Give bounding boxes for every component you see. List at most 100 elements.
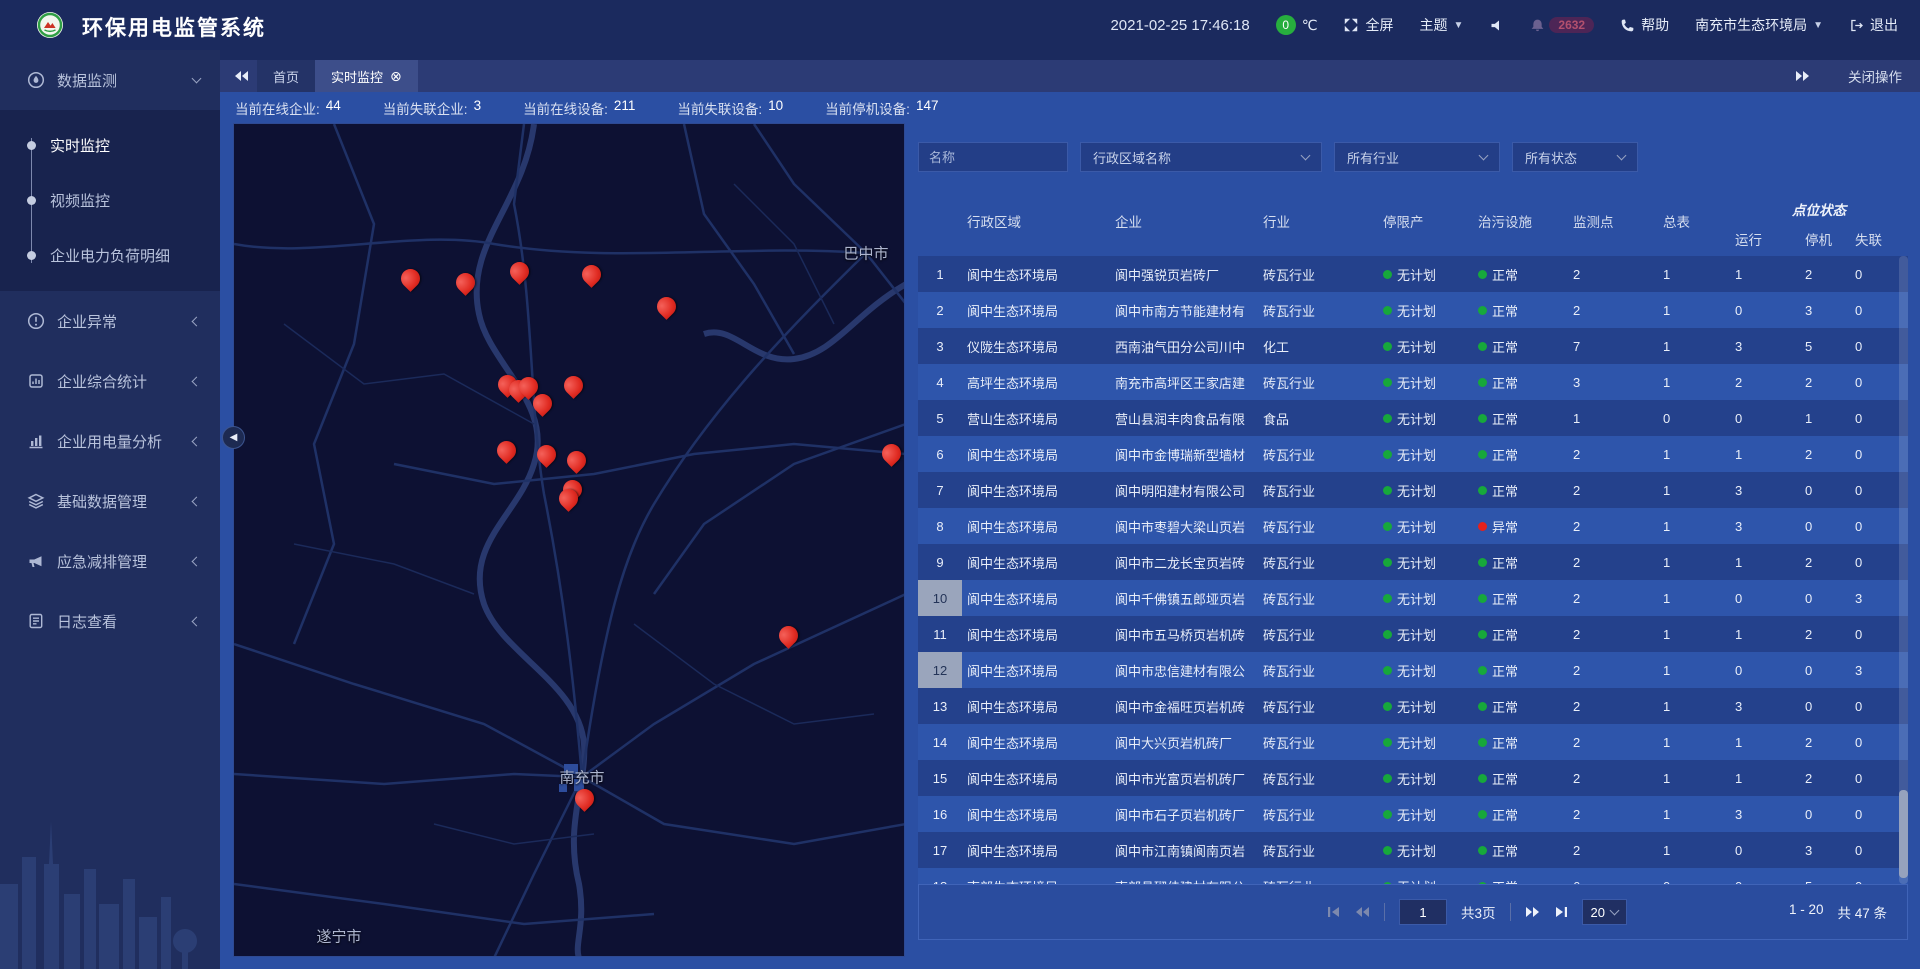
next-page-button[interactable]	[1525, 906, 1540, 918]
table-row[interactable]: 1阆中生态环境局阆中强锐页岩砖厂砖瓦行业无计划正常21120	[918, 256, 1908, 292]
logout-button[interactable]: 退出	[1849, 15, 1898, 35]
table-row[interactable]: 15阆中生态环境局阆中市光富页岩机砖厂砖瓦行业无计划正常21120	[918, 760, 1908, 796]
cell-total-meters: 0	[1658, 400, 1730, 436]
cell-monitor-points: 2	[1568, 580, 1658, 616]
sidebar-item-企业异常[interactable]: 企业异常	[0, 291, 220, 351]
cell-monitor-points: 2	[1568, 688, 1658, 724]
cell-stop-plan: 无计划	[1378, 580, 1473, 616]
sidebar-item-应急减排管理[interactable]: 应急减排管理	[0, 531, 220, 591]
table-row[interactable]: 13阆中生态环境局阆中市金福旺页岩机砖砖瓦行业无计划正常21300	[918, 688, 1908, 724]
chevron-left-icon	[192, 436, 202, 446]
tab-实时监控[interactable]: 实时监控⊗	[315, 60, 418, 92]
tab-首页[interactable]: 首页	[257, 60, 315, 92]
cell-total-meters: 1	[1658, 472, 1730, 508]
table-row[interactable]: 3仪陇生态环境局西南油气田分公司川中化工无计划正常71350	[918, 328, 1908, 364]
cell-rownum: 14	[918, 724, 962, 760]
cell-stop-plan: 无计划	[1378, 436, 1473, 472]
cell-monitor-points: 2	[1568, 436, 1658, 472]
name-filter-input[interactable]	[918, 142, 1068, 172]
last-page-button[interactable]	[1554, 906, 1568, 918]
sidebar-item-企业用电量分析[interactable]: 企业用电量分析	[0, 411, 220, 471]
sidebar-item-基础数据管理[interactable]: 基础数据管理	[0, 471, 220, 531]
previous-page-button[interactable]	[1355, 906, 1370, 918]
status-dot-icon	[1478, 810, 1487, 819]
map-panel[interactable]: 巴中市南充市遂宁市	[233, 123, 905, 957]
cell-facility-status: 正常	[1473, 868, 1568, 884]
table-row[interactable]: 2阆中生态环境局阆中市南方节能建材有砖瓦行业无计划正常21030	[918, 292, 1908, 328]
table-row[interactable]: 8阆中生态环境局阆中市枣碧大梁山页岩砖瓦行业无计划异常21300	[918, 508, 1908, 544]
cell-halted: 0	[1800, 580, 1850, 616]
stats-icon	[27, 372, 45, 390]
map-panel-collapse-button[interactable]: ◀	[222, 426, 245, 449]
speaker-icon	[1489, 18, 1504, 33]
industry-filter-select[interactable]: 所有行业	[1334, 142, 1500, 172]
cell-monitor-points: 2	[1568, 724, 1658, 760]
table-row[interactable]: 4高坪生态环境局南充市高坪区王家店建砖瓦行业无计划正常31220	[918, 364, 1908, 400]
cell-district: 仪陇生态环境局	[962, 328, 1110, 364]
cell-rownum: 15	[918, 760, 962, 796]
sidebar-item-数据监测[interactable]: 数据监测	[0, 50, 220, 110]
chevron-down-icon: ▼	[1453, 20, 1463, 31]
alert-icon	[27, 312, 45, 330]
cell-halted: 2	[1800, 724, 1850, 760]
table-row[interactable]: 10阆中生态环境局阆中千佛镇五郎垭页岩砖瓦行业无计划正常21003	[918, 580, 1908, 616]
table-row[interactable]: 9阆中生态环境局阆中市二龙长宝页岩砖砖瓦行业无计划正常21120	[918, 544, 1908, 580]
status-dot-icon	[1478, 486, 1487, 495]
fullscreen-button[interactable]: 全屏	[1343, 15, 1393, 35]
filter-bar: 行政区域名称 所有行业 所有状态	[918, 142, 1908, 172]
sound-toggle-button[interactable]	[1489, 18, 1504, 33]
cell-stop-plan: 无计划	[1378, 400, 1473, 436]
cell-halted: 3	[1800, 832, 1850, 868]
table-row[interactable]: 16阆中生态环境局阆中市石子页岩机砖厂砖瓦行业无计划正常21300	[918, 796, 1908, 832]
cell-total-meters: 1	[1658, 724, 1730, 760]
sidebar-subitem-实时监控[interactable]: 实时监控	[0, 118, 220, 173]
table-row[interactable]: 12阆中生态环境局阆中市忠信建材有限公砖瓦行业无计划正常21003	[918, 652, 1908, 688]
page-number-input[interactable]	[1399, 899, 1447, 925]
status-filter-select[interactable]: 所有状态	[1512, 142, 1638, 172]
cell-rownum: 7	[918, 472, 962, 508]
table-body: 1阆中生态环境局阆中强锐页岩砖厂砖瓦行业无计划正常211202阆中生态环境局阆中…	[918, 256, 1908, 884]
cell-running: 2	[1730, 364, 1800, 400]
table-row[interactable]: 14阆中生态环境局阆中大兴页岩机砖厂砖瓦行业无计划正常21120	[918, 724, 1908, 760]
notifications-button[interactable]: 2632	[1530, 17, 1594, 33]
cell-rownum: 2	[918, 292, 962, 328]
table-row[interactable]: 6阆中生态环境局阆中市金博瑞新型墙材砖瓦行业无计划正常21120	[918, 436, 1908, 472]
tab-close-icon[interactable]: ⊗	[390, 69, 402, 83]
sidebar-subitem-企业电力负荷明细[interactable]: 企业电力负荷明细	[0, 228, 220, 283]
theme-dropdown[interactable]: 主题 ▼	[1419, 15, 1463, 35]
first-page-button[interactable]	[1327, 906, 1341, 918]
page-size-select[interactable]: 20	[1582, 899, 1627, 925]
table-row[interactable]: 18南部生态环境局南部县砌佳建材有限公砖瓦行业无计划正常60050	[918, 868, 1908, 884]
region-filter-select[interactable]: 行政区域名称	[1080, 142, 1322, 172]
tabs-scroll-left-button[interactable]	[234, 70, 249, 82]
cell-company: 阆中强锐页岩砖厂	[1110, 256, 1258, 292]
cell-total-meters: 1	[1658, 328, 1730, 364]
table-row[interactable]: 7阆中生态环境局阆中明阳建材有限公司砖瓦行业无计划正常21300	[918, 472, 1908, 508]
table-row[interactable]: 5营山生态环境局营山县润丰肉食品有限食品无计划正常10010	[918, 400, 1908, 436]
cell-halted: 2	[1800, 616, 1850, 652]
cell-district: 阆中生态环境局	[962, 832, 1110, 868]
table-scrollbar-thumb[interactable]	[1899, 790, 1908, 878]
user-org-dropdown[interactable]: 南充市生态环境局 ▼	[1695, 15, 1823, 35]
status-dot-icon	[1478, 846, 1487, 855]
cell-industry: 砖瓦行业	[1258, 832, 1378, 868]
sidebar: 数据监测实时监控视频监控企业电力负荷明细企业异常企业综合统计企业用电量分析基础数…	[0, 50, 220, 969]
sidebar-item-日志查看[interactable]: 日志查看	[0, 591, 220, 651]
sidebar-item-企业综合统计[interactable]: 企业综合统计	[0, 351, 220, 411]
tabs-scroll-right-button[interactable]	[1795, 70, 1810, 82]
rownum-highlight-badge: 10	[918, 580, 962, 616]
help-button[interactable]: 帮助	[1620, 15, 1669, 35]
enterprise-table-panel: 行政区域名称 所有行业 所有状态 行政区域企业行业停限产治污设施监测点总表点位状…	[918, 142, 1908, 940]
table-row[interactable]: 11阆中生态环境局阆中市五马桥页岩机砖砖瓦行业无计划正常21120	[918, 616, 1908, 652]
close-operations-button[interactable]: 关闭操作	[1848, 66, 1902, 86]
sidebar-subitem-视频监控[interactable]: 视频监控	[0, 173, 220, 228]
cell-industry: 砖瓦行业	[1258, 652, 1378, 688]
cell-running: 3	[1730, 472, 1800, 508]
cell-halted: 3	[1800, 292, 1850, 328]
datetime: 2021-02-25 17:46:18	[1110, 17, 1249, 34]
cell-running: 3	[1730, 328, 1800, 364]
cell-monitor-points: 6	[1568, 868, 1658, 884]
cell-running: 3	[1730, 688, 1800, 724]
cell-total-meters: 1	[1658, 760, 1730, 796]
table-row[interactable]: 17阆中生态环境局阆中市江南镇阆南页岩砖瓦行业无计划正常21030	[918, 832, 1908, 868]
